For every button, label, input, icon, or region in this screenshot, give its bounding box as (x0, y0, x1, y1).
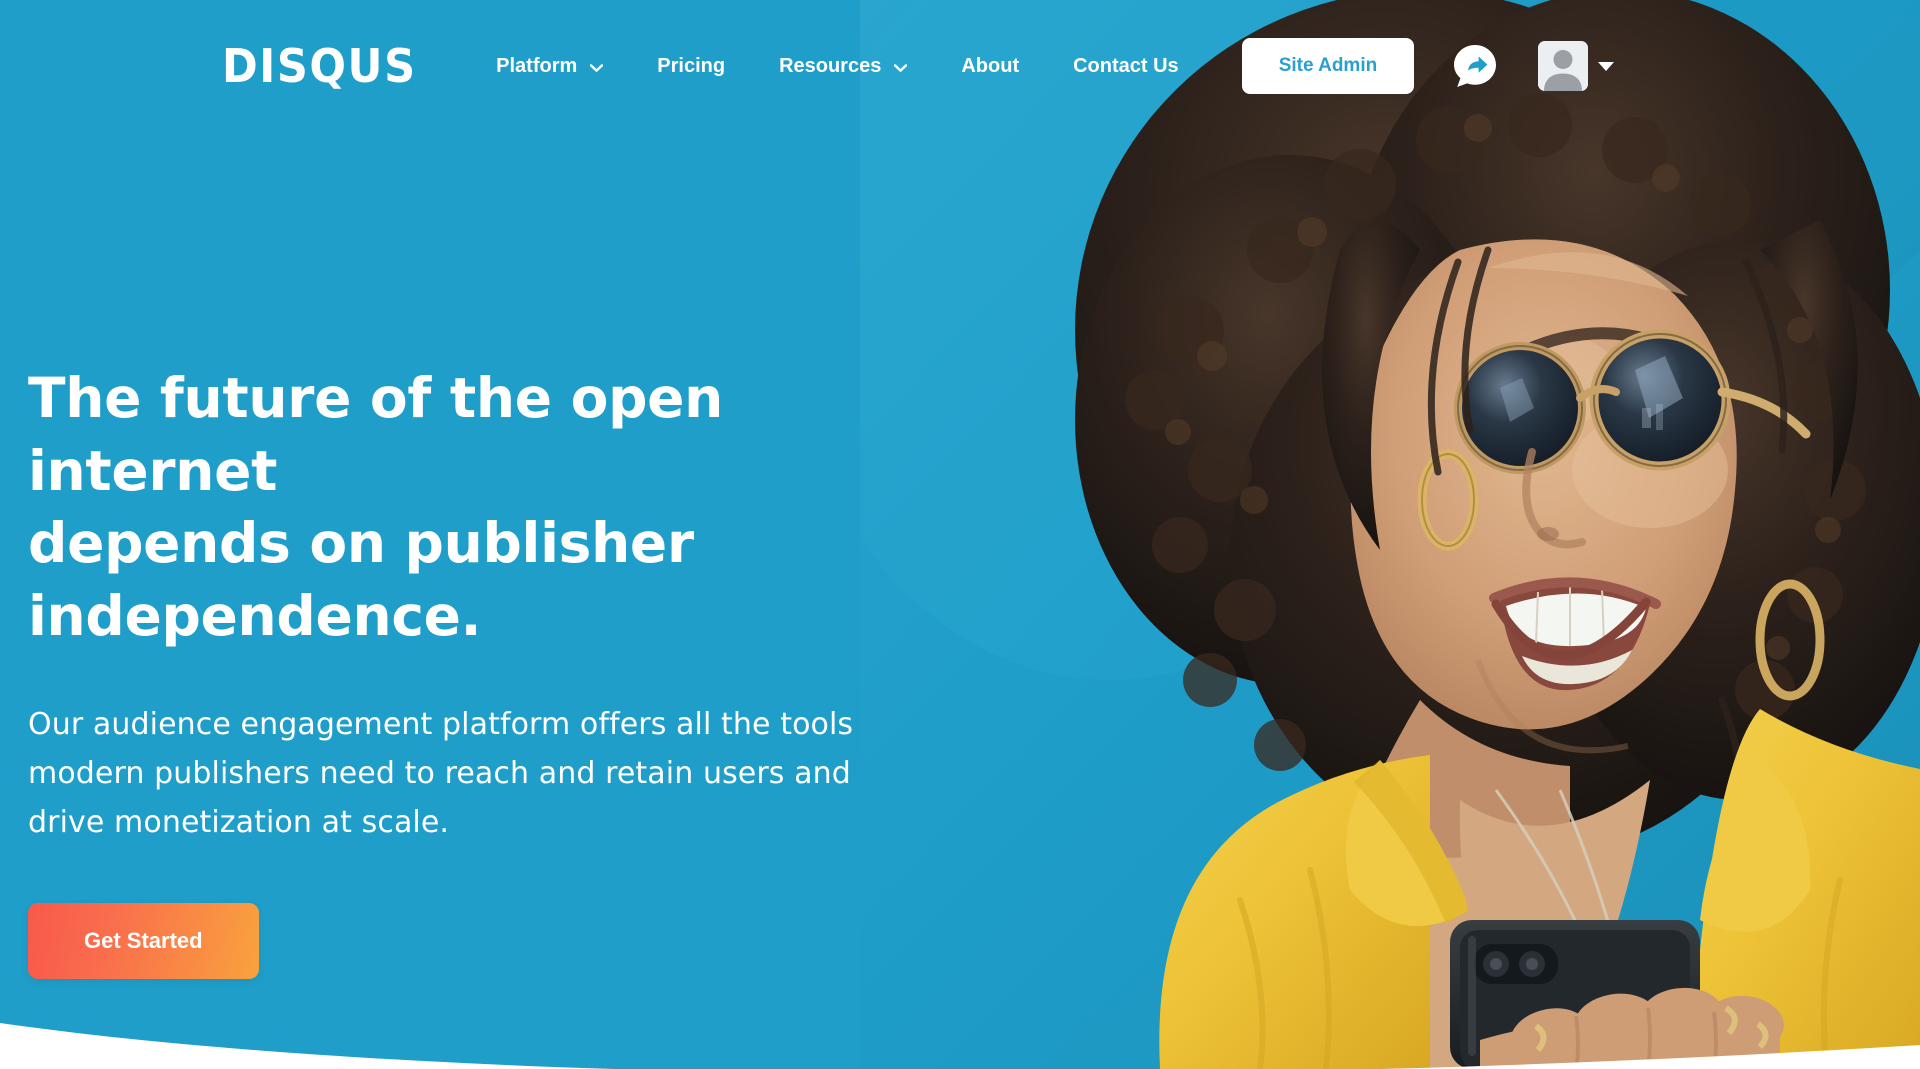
headline-line-2: depends on publisher (28, 511, 694, 576)
nav-item-about[interactable]: About (934, 55, 1046, 78)
nav-item-resources[interactable]: Resources (752, 55, 934, 78)
hero-subcopy: Our audience engagement platform offers … (28, 701, 928, 847)
nav-right-actions: Site Admin (1241, 38, 1615, 94)
chevron-down-icon (894, 64, 908, 72)
nav-item-platform-label: Platform (496, 54, 578, 77)
nav-item-about-label: About (961, 54, 1020, 77)
hero-text-block: The future of the open internet depends … (28, 362, 928, 980)
site-admin-button[interactable]: Site Admin (1241, 38, 1415, 94)
nav-item-pricing[interactable]: Pricing (630, 55, 752, 78)
disqus-logo[interactable]: DISQUS (222, 43, 417, 89)
user-avatar-menu[interactable] (1538, 41, 1615, 91)
disqus-landing-page: DISQUS Platform Pricing Resources About … (0, 0, 1920, 1069)
nav-item-contact-us[interactable]: Contact Us (1046, 55, 1206, 78)
nav-item-platform[interactable]: Platform (469, 55, 630, 78)
headline-line-1: The future of the open internet (28, 366, 723, 503)
main-nav-links: Platform Pricing Resources About Contact… (469, 55, 1206, 78)
share-bubble-icon[interactable] (1452, 43, 1498, 89)
page-title: The future of the open internet depends … (28, 362, 928, 652)
user-avatar-icon (1538, 41, 1589, 91)
get-started-button[interactable]: Get Started (28, 903, 259, 980)
nav-item-contact-us-label: Contact Us (1073, 54, 1179, 77)
subcopy-line-3: drive monetization at scale. (28, 804, 450, 840)
chevron-down-icon (590, 64, 604, 72)
caret-down-icon (1598, 61, 1615, 71)
hero-photo (860, 0, 1920, 1069)
subcopy-line-1: Our audience engagement platform offers … (28, 707, 854, 743)
headline-line-3: independence. (28, 583, 482, 648)
nav-item-resources-label: Resources (779, 54, 882, 77)
subcopy-line-2: modern publishers need to reach and reta… (28, 755, 851, 791)
top-navigation-bar: DISQUS Platform Pricing Resources About … (0, 0, 1920, 132)
nav-item-pricing-label: Pricing (657, 54, 726, 77)
